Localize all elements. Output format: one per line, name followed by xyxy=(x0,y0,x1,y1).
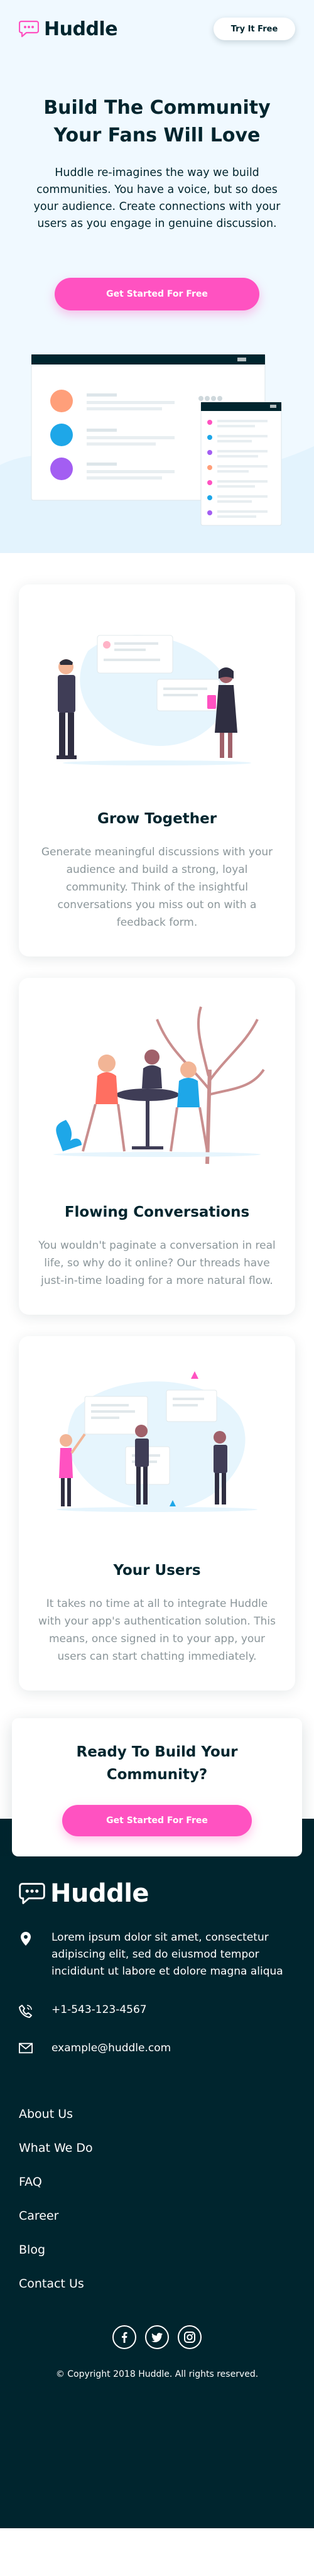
hero-title: Build The Community Your Fans Will Love xyxy=(43,97,271,146)
social-links xyxy=(19,2325,295,2349)
logo-text: Huddle xyxy=(44,18,118,40)
copyright-text: © Copyright 2018 Huddle. All rights rese… xyxy=(55,2369,259,2379)
chat-bubble-logo-icon xyxy=(19,1883,45,1904)
footer-nav-link[interactable]: About Us xyxy=(19,2107,295,2121)
site-footer: Huddle Lorem ipsum dolor sit amet, conse… xyxy=(0,1856,314,2528)
ready-section: Ready To Build Your Community? Get Start… xyxy=(0,1712,314,1856)
feature-text: It takes no time at all to integrate Hud… xyxy=(38,1598,276,1663)
footer-nav: About Us What We Do FAQ Career Blog Cont… xyxy=(19,2107,295,2291)
footer-logo[interactable]: Huddle xyxy=(19,1856,295,1908)
email-icon xyxy=(19,2042,33,2054)
phone-icon xyxy=(19,2005,32,2018)
email-row: example@huddle.com xyxy=(19,2040,295,2057)
features-section: Grow Together Generate meaningful discus… xyxy=(0,553,314,1691)
feature-card-flowing-conversations: Flowing Conversations You wouldn't pagin… xyxy=(19,978,295,1315)
feature-card-your-users: Your Users It takes no time at all to in… xyxy=(19,1336,295,1691)
hero-get-started-button[interactable]: Get Started For Free xyxy=(55,278,259,310)
address-row: Lorem ipsum dolor sit amet, consectetur … xyxy=(19,1929,295,1980)
location-pin-icon xyxy=(21,1932,31,1946)
feature-title: Grow Together xyxy=(97,811,217,827)
app-mockup-illustration xyxy=(31,354,282,526)
address-text: Lorem ipsum dolor sit amet, consectetur … xyxy=(51,1931,283,1978)
facebook-icon[interactable] xyxy=(112,2325,136,2349)
footer-nav-link[interactable]: Contact Us xyxy=(19,2277,295,2291)
site-header: Huddle Try It Free xyxy=(19,18,295,40)
grow-together-illustration xyxy=(57,635,251,765)
twitter-icon[interactable] xyxy=(145,2325,169,2349)
footer-nav-link[interactable]: Blog xyxy=(19,2243,295,2257)
email-text[interactable]: example@huddle.com xyxy=(51,2040,171,2057)
feature-text: Generate meaningful discussions with you… xyxy=(41,846,273,929)
your-users-illustration xyxy=(57,1371,257,1512)
footer-nav-link[interactable]: What We Do xyxy=(19,2141,295,2155)
phone-row: +1-543-123-4567 xyxy=(19,2002,295,2019)
footer-logo-text: Huddle xyxy=(50,1879,149,1908)
feature-title: Your Users xyxy=(113,1562,201,1579)
chat-bubble-logo-icon xyxy=(19,20,39,38)
ready-title: Ready To Build Your Community? xyxy=(76,1744,238,1783)
feature-title: Flowing Conversations xyxy=(64,1204,250,1220)
logo[interactable]: Huddle xyxy=(19,18,118,40)
hero-section: Huddle Try It Free Build The Community Y… xyxy=(0,0,314,553)
feature-text: You wouldn't paginate a conversation in … xyxy=(38,1239,276,1287)
try-it-free-button[interactable]: Try It Free xyxy=(214,18,295,40)
flowing-conversation-illustration xyxy=(53,1006,265,1165)
phone-text[interactable]: +1-543-123-4567 xyxy=(51,2002,147,2019)
ready-get-started-button[interactable]: Get Started For Free xyxy=(62,1805,252,1836)
footer-nav-link[interactable]: FAQ xyxy=(19,2175,295,2189)
feature-card-grow-together: Grow Together Generate meaningful discus… xyxy=(19,584,295,956)
hero-description: Huddle re-imagines the way we build comm… xyxy=(33,167,281,230)
footer-nav-link[interactable]: Career xyxy=(19,2209,295,2223)
ready-card: Ready To Build Your Community? Get Start… xyxy=(12,1718,302,1856)
instagram-icon[interactable] xyxy=(178,2325,202,2349)
